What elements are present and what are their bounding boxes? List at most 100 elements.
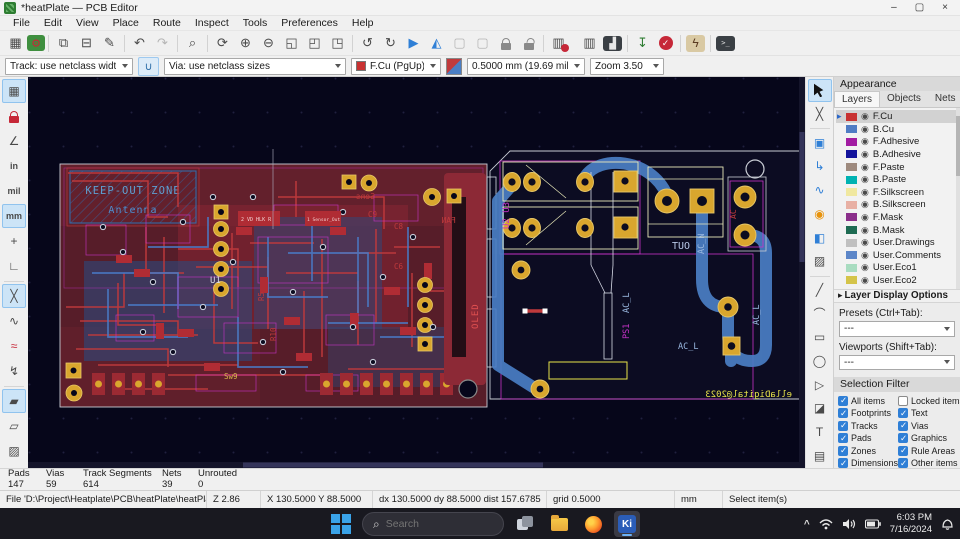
volume-icon[interactable]: [842, 518, 856, 530]
visibility-eye-icon[interactable]: ◉: [861, 250, 869, 260]
visibility-eye-icon[interactable]: ◉: [861, 238, 869, 247]
rotate-cw-icon[interactable]: ↻: [379, 33, 402, 54]
checkbox[interactable]: [838, 395, 848, 406]
presets-select[interactable]: ---: [839, 321, 955, 337]
layer-color-swatch[interactable]: [846, 137, 857, 146]
checkbox[interactable]: [838, 445, 848, 456]
layer-color-swatch[interactable]: [846, 226, 857, 234]
filter-rule-areas[interactable]: Rule Areas: [898, 445, 960, 456]
draw-line-icon[interactable]: ╱: [808, 278, 832, 301]
update-pcb-icon[interactable]: ↧: [631, 33, 654, 54]
minimize-button[interactable]: –: [891, 2, 897, 13]
layer-color-swatch[interactable]: [846, 188, 857, 197]
print-icon[interactable]: ⊟: [75, 33, 98, 54]
layer-row-badhesive[interactable]: ◉ B.Adhesive: [836, 148, 960, 161]
add-via-icon[interactable]: ◉: [808, 202, 832, 225]
visibility-eye-icon[interactable]: ◉: [861, 212, 869, 222]
rotate-ccw-icon[interactable]: ↺: [356, 33, 379, 54]
track-posture-icon[interactable]: ∪: [138, 56, 159, 76]
zone-outline-mode-icon[interactable]: ▱: [2, 414, 26, 438]
via-size-select[interactable]: Via: use netclass sizes: [164, 57, 346, 75]
layer-color-swatch[interactable]: [846, 276, 857, 285]
undo-icon[interactable]: ↶: [128, 33, 151, 54]
layer-row-fpaste[interactable]: ◉ F.Paste: [836, 161, 960, 174]
menu-inspect[interactable]: Inspect: [188, 17, 236, 29]
filter-dimensions[interactable]: Dimensions: [838, 458, 898, 469]
save-icon[interactable]: ▦: [4, 33, 27, 54]
checkbox[interactable]: [838, 408, 848, 419]
layer-list-scrollbar[interactable]: [956, 108, 960, 289]
add-text-icon[interactable]: T: [808, 421, 832, 444]
add-footprint-icon[interactable]: ▣: [808, 131, 832, 154]
checkbox[interactable]: [898, 408, 909, 419]
filter-footprints[interactable]: Footprints: [838, 408, 898, 419]
visibility-eye-icon[interactable]: ◉: [861, 149, 869, 159]
3d-viewer-icon[interactable]: ▟: [601, 33, 624, 54]
maximize-button[interactable]: ▢: [915, 2, 924, 13]
checkbox[interactable]: [898, 433, 909, 444]
visibility-eye-icon[interactable]: ◉: [861, 112, 869, 121]
layer-display-options[interactable]: ▸ Layer Display Options: [834, 288, 960, 304]
battery-icon[interactable]: [864, 519, 881, 529]
menu-view[interactable]: View: [69, 17, 106, 29]
notification-bell-icon[interactable]: [941, 517, 954, 531]
highlight-net-tool-icon[interactable]: ╳: [808, 103, 832, 126]
layer-row-fmask[interactable]: ◉ F.Mask: [836, 211, 960, 224]
add-textbox-icon[interactable]: ▤: [808, 444, 832, 467]
checkbox[interactable]: [898, 445, 909, 456]
flip-board-icon[interactable]: ▶: [402, 33, 425, 54]
zoom-fit-icon[interactable]: ◱: [280, 33, 303, 54]
layer-color-swatch[interactable]: [846, 263, 857, 272]
kicad-taskbar-button[interactable]: Ki: [614, 511, 640, 537]
filter-pads[interactable]: Pads: [838, 433, 898, 444]
drc-icon[interactable]: ✓: [654, 33, 677, 54]
layer-row-usercomments[interactable]: ◉ User.Comments: [836, 249, 960, 262]
menu-route[interactable]: Route: [146, 17, 188, 29]
menu-place[interactable]: Place: [106, 17, 146, 29]
layer-row-bsilkscreen[interactable]: ◉ B.Silkscreen: [836, 199, 960, 212]
zone-fill-mode-icon[interactable]: ▰: [2, 389, 26, 413]
layer-color-swatch[interactable]: [846, 112, 857, 121]
checkbox[interactable]: [898, 458, 909, 469]
layer-select[interactable]: F.Cu (PgUp): [351, 57, 441, 75]
checkbox[interactable]: [898, 395, 909, 406]
curved-ratsnest-icon[interactable]: ∿: [2, 309, 26, 333]
board-setup-icon[interactable]: ⚙: [27, 35, 45, 51]
taskbar-clock[interactable]: 6:03 PM 7/16/2024: [890, 512, 932, 536]
filter-vias[interactable]: Vias: [898, 420, 960, 431]
menu-preferences[interactable]: Preferences: [274, 17, 345, 29]
layer-pair-icon[interactable]: [446, 57, 462, 75]
file-explorer-button[interactable]: [546, 511, 572, 537]
visibility-eye-icon[interactable]: ◉: [861, 137, 869, 146]
pcb-canvas[interactable]: KEEP-OUT ZONE Antenna OLED 2 VD HLK R 1 …: [28, 77, 805, 468]
ratsnest-icon[interactable]: ╳: [2, 284, 26, 308]
taskbar-search[interactable]: ⌕: [362, 512, 504, 536]
firefox-button[interactable]: [580, 511, 606, 537]
add-zone-icon[interactable]: ◧: [808, 226, 832, 249]
page-settings-icon[interactable]: ⧉: [52, 33, 75, 54]
wifi-icon[interactable]: [819, 518, 833, 530]
visibility-eye-icon[interactable]: ◉: [861, 124, 869, 134]
layer-row-fcu[interactable]: ▸ ◉ F.Cu: [836, 110, 960, 123]
draw-circle-icon[interactable]: ◯: [808, 350, 832, 373]
search-input[interactable]: [385, 518, 476, 530]
viewports-select[interactable]: ---: [839, 354, 955, 371]
h-scroll-thumb[interactable]: [243, 462, 543, 468]
menu-tools[interactable]: Tools: [236, 17, 275, 29]
filter-zones[interactable]: Zones: [838, 445, 898, 456]
layer-color-swatch[interactable]: [846, 150, 857, 159]
grid-toggle-icon[interactable]: ▦: [2, 79, 26, 103]
tab-objects[interactable]: Objects: [880, 91, 928, 107]
layer-row-userdrawings[interactable]: ◉ User.Drawings: [836, 236, 960, 249]
unlock-icon[interactable]: [517, 33, 540, 54]
footprint-browser-icon[interactable]: ▥: [578, 33, 601, 54]
layer-color-swatch[interactable]: [846, 200, 857, 209]
layer-color-swatch[interactable]: [846, 213, 857, 222]
tab-layers[interactable]: Layers: [834, 91, 881, 108]
visibility-eye-icon[interactable]: ◉: [861, 187, 869, 197]
mirror-icon[interactable]: ◭: [425, 33, 448, 54]
draw-arc-icon[interactable]: ⌒: [808, 302, 832, 325]
ungroup-icon[interactable]: ▢: [471, 33, 494, 54]
close-button[interactable]: ×: [942, 2, 948, 13]
menu-help[interactable]: Help: [345, 17, 381, 29]
